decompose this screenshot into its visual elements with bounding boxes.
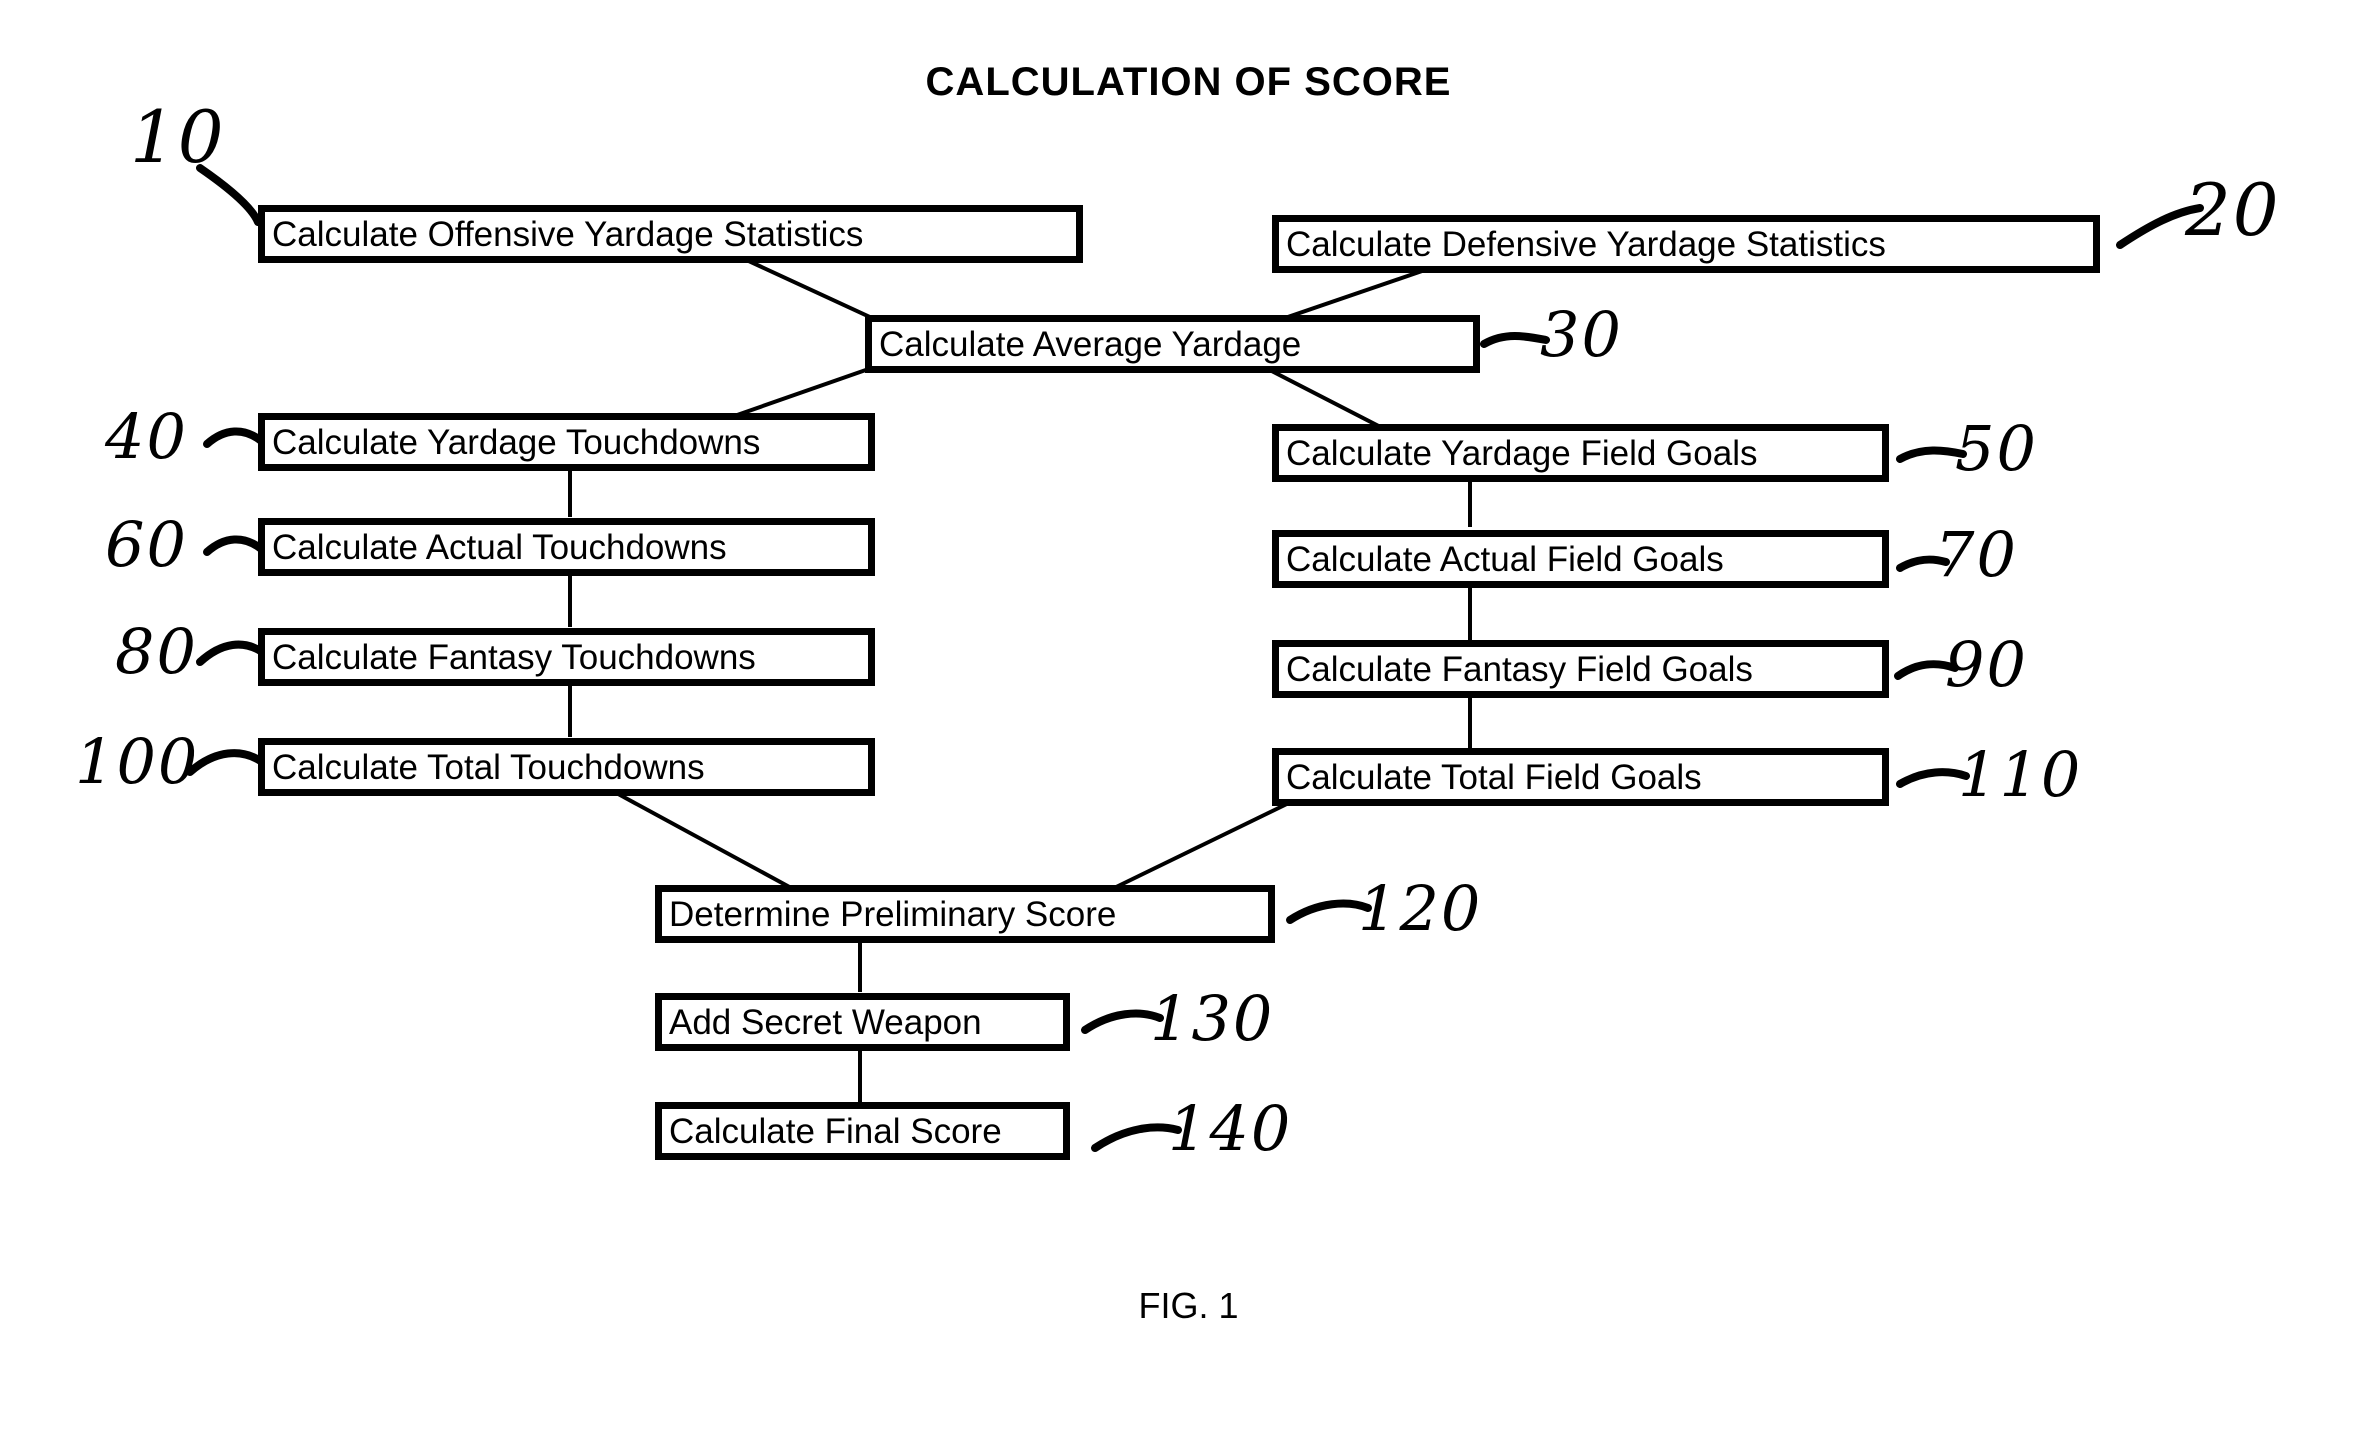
figure-caption: FIG. 1 — [1138, 1285, 1239, 1326]
process-box-label: Determine Preliminary Score — [669, 894, 1117, 934]
process-box-calculate-defensive-yardage-statistics[interactable]: Calculate Defensive Yardage Statistics — [1272, 215, 2100, 273]
process-box-calculate-fantasy-field-goals[interactable]: Calculate Fantasy Field Goals — [1272, 640, 1889, 698]
process-box-label: Calculate Defensive Yardage Statistics — [1286, 224, 1886, 264]
process-box-label: Calculate Actual Touchdowns — [272, 527, 727, 567]
reference-numeral-40: 40 — [105, 400, 188, 473]
reference-numeral-80: 80 — [115, 615, 198, 688]
process-box-label: Calculate Fantasy Field Goals — [1286, 649, 1753, 689]
process-box-label: Calculate Final Score — [669, 1111, 1002, 1151]
reference-numeral-110: 110 — [1958, 738, 2083, 811]
process-box-calculate-average-yardage[interactable]: Calculate Average Yardage — [865, 315, 1480, 373]
process-box-label: Calculate Average Yardage — [879, 324, 1302, 364]
process-box-label: Add Secret Weapon — [669, 1002, 982, 1042]
process-box-label: Calculate Total Touchdowns — [272, 747, 705, 787]
process-box-calculate-total-touchdowns[interactable]: Calculate Total Touchdowns — [258, 738, 875, 796]
reference-numeral-70: 70 — [1935, 518, 2018, 591]
process-box-label: Calculate Offensive Yardage Statistics — [272, 214, 864, 254]
reference-numeral-60: 60 — [105, 508, 188, 581]
process-box-label: Calculate Total Field Goals — [1286, 757, 1702, 797]
process-box-label: Calculate Fantasy Touchdowns — [272, 637, 756, 677]
reference-numeral-90: 90 — [1945, 628, 2028, 701]
process-box-calculate-actual-field-goals[interactable]: Calculate Actual Field Goals — [1272, 530, 1889, 588]
process-box-label: Calculate Yardage Field Goals — [1286, 433, 1758, 473]
figure-title: CALCULATION OF SCORE — [925, 60, 1452, 104]
reference-numeral-50: 50 — [1955, 412, 2038, 485]
process-box-calculate-fantasy-touchdowns[interactable]: Calculate Fantasy Touchdowns — [258, 628, 875, 686]
reference-numeral-10: 10 — [130, 95, 226, 179]
process-box-calculate-final-score[interactable]: Calculate Final Score — [655, 1102, 1070, 1160]
reference-numeral-120: 120 — [1358, 872, 1483, 945]
reference-numeral-100: 100 — [75, 725, 200, 798]
reference-numeral-140: 140 — [1168, 1092, 1293, 1165]
patent-figure-sheet: CALCULATION OF SCORE Calculate Offensive… — [0, 0, 2377, 1452]
process-box-calculate-offensive-yardage-statistics[interactable]: Calculate Offensive Yardage Statistics — [258, 205, 1083, 263]
process-box-calculate-total-field-goals[interactable]: Calculate Total Field Goals — [1272, 748, 1889, 806]
process-box-calculate-actual-touchdowns[interactable]: Calculate Actual Touchdowns — [258, 518, 875, 576]
process-box-calculate-yardage-field-goals[interactable]: Calculate Yardage Field Goals — [1272, 424, 1889, 482]
reference-numeral-130: 130 — [1150, 982, 1275, 1055]
process-box-determine-preliminary-score[interactable]: Determine Preliminary Score — [655, 885, 1275, 943]
process-box-label: Calculate Yardage Touchdowns — [272, 422, 761, 462]
reference-numeral-20: 20 — [2185, 168, 2281, 252]
process-box-label: Calculate Actual Field Goals — [1286, 539, 1724, 579]
process-box-add-secret-weapon[interactable]: Add Secret Weapon — [655, 993, 1070, 1051]
reference-numeral-30: 30 — [1540, 298, 1623, 371]
process-box-calculate-yardage-touchdowns[interactable]: Calculate Yardage Touchdowns — [258, 413, 875, 471]
